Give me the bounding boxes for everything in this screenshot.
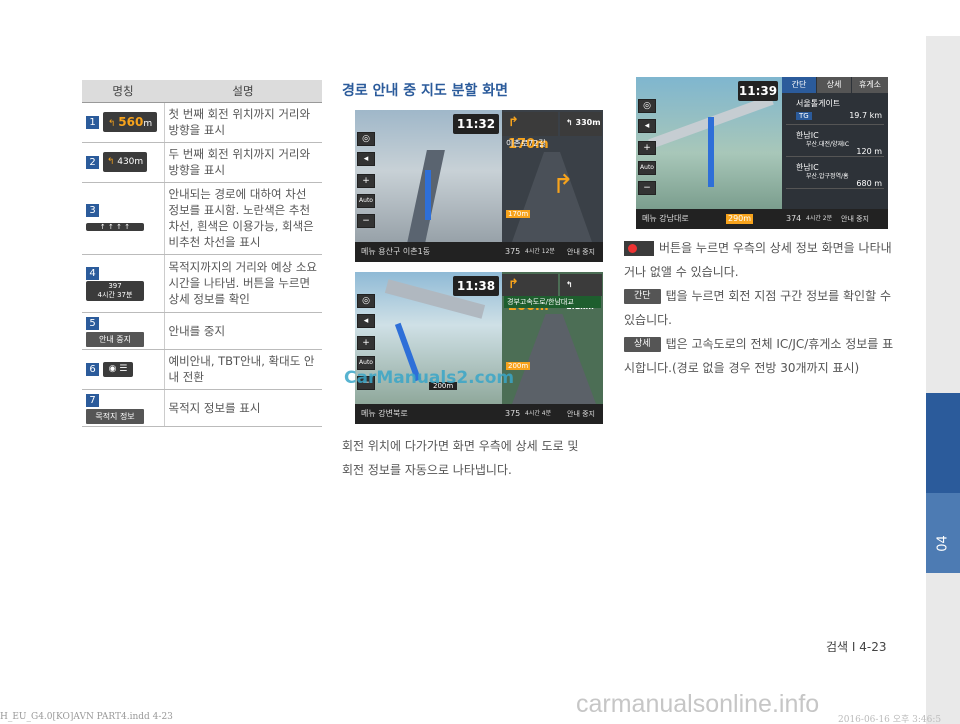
lane-distance: 170m bbox=[506, 210, 531, 218]
stop-guidance-button: 안내 중지 bbox=[86, 331, 144, 347]
zoom-in-icon: + bbox=[638, 141, 656, 155]
stop-guidance-button[interactable]: 안내 중지 bbox=[567, 242, 595, 262]
tab-simple[interactable]: 간단 bbox=[782, 77, 816, 93]
footer-site: carmanualsonline.info bbox=[576, 690, 820, 718]
item-description: 안내되는 경로에 대하여 차선 정보를 표시함. 노란색은 추천차선, 흰색은 … bbox=[164, 182, 322, 255]
item-description: 목적지까지의 거리와 예상 소요 시간을 나타냄. 버튼을 누르면 상세 정보를… bbox=[164, 254, 322, 313]
zoom-in-icon: + bbox=[357, 336, 375, 350]
gps-icon: ◎ bbox=[357, 294, 375, 308]
tab-rest-area[interactable]: 휴게소 bbox=[852, 77, 888, 93]
second-turn-distance: ↰ 1.1km bbox=[560, 274, 602, 311]
stop-guidance-button[interactable]: 안내 중지 bbox=[841, 209, 869, 229]
zoom-in-icon: + bbox=[357, 174, 375, 188]
chapter-number: 04 bbox=[935, 535, 951, 552]
section-title: 경로 안내 중 지도 분할 화면 bbox=[342, 83, 509, 99]
gps-icon: ◎ bbox=[357, 132, 375, 146]
list-item: 한남IC 부산.압구정역/홈 680 m bbox=[786, 161, 884, 189]
zoom-out-icon: − bbox=[357, 214, 375, 228]
highway-info-panel: 간단 상세 휴게소 서울톨게이트 TG 19.7 km 한남IC 부산.대전/양… bbox=[782, 77, 888, 209]
list-item: 서울톨게이트 TG 19.7 km bbox=[786, 97, 884, 125]
table-row: 5안내 중지 안내를 중지 bbox=[82, 312, 322, 350]
item-description: 두 번째 회전 위치까지 거리와 방향을 표시 bbox=[164, 142, 322, 183]
item-description: 첫 번째 회전 위치까지 거리와 방향을 표시 bbox=[164, 102, 322, 143]
clock: 11:32 bbox=[453, 114, 499, 134]
item-number: 5 bbox=[86, 316, 99, 330]
highway-junction-view: ↱ 200m ↰ 1.1km 경부고속도로/한남대교 200m bbox=[502, 272, 603, 404]
turn-arrow-icon: ↱ bbox=[552, 170, 574, 200]
junction-view: ↱ 170m ↰ 330m 이촌로72길 ↱ 170m bbox=[502, 110, 603, 242]
list-item: 한남IC 부산.대전/양재IC 120 m bbox=[786, 129, 884, 157]
footer-timestamp: 2016-06-16 오후 3:46:5 bbox=[838, 715, 942, 724]
table-row: 1 ↰ 560m 첫 번째 회전 위치까지 거리와 방향을 표시 bbox=[82, 102, 322, 143]
chapter-tab bbox=[926, 393, 960, 493]
footer-file-info: H_EU_G4.0[KO]AVN PART4.indd 4-23 bbox=[0, 712, 173, 722]
side-strip bbox=[926, 36, 960, 724]
table-row: 6 ◉ ☰ 예비안내, TBT안내, 확대도 안내 전환 bbox=[82, 349, 322, 390]
eta: 4시간 12분 bbox=[525, 248, 555, 255]
table-row: 3 ↑ ↑ ↑ ↑ 안내되는 경로에 대하여 차선 정보를 표시함. 노란색은 추… bbox=[82, 182, 322, 255]
highway-sign: 경부고속도로/한남대교 bbox=[504, 296, 601, 308]
distance-remaining: 374 bbox=[786, 214, 802, 223]
distance-eta-icon: 397 4시간 37분 bbox=[86, 281, 144, 301]
detail-toggle-icon bbox=[624, 241, 654, 256]
simple-tab-chip: 간단 bbox=[624, 289, 661, 304]
table-row: 4397 4시간 37분 목적지까지의 거리와 예상 소요 시간을 나타냄. 버튼… bbox=[82, 254, 322, 313]
item-number: 4 bbox=[86, 267, 99, 280]
table-header-name: 명칭 bbox=[82, 80, 164, 103]
table-row: 2 ↰ 430m 두 번째 회전 위치까지 거리와 방향을 표시 bbox=[82, 142, 322, 183]
page-number: 검색 I 4-23 bbox=[826, 640, 887, 654]
bottom-bar: 메뉴 용산구 이촌1동 375 4시간 12분 안내 중지 bbox=[355, 242, 603, 262]
second-turn-icon: ↰ 430m bbox=[103, 152, 147, 172]
item-description: 예비안내, TBT안내, 확대도 안내 전환 bbox=[164, 349, 322, 390]
auto-zoom-icon: Auto bbox=[638, 161, 656, 175]
clock: 11:38 bbox=[453, 276, 499, 296]
item-number: 1 bbox=[86, 115, 99, 129]
paragraph-auto-detail: 회전 위치에 다가가면 화면 우측에 상세 도로 및 회전 정보를 자동으로 나… bbox=[342, 439, 579, 477]
nav-screenshot-1: ◎ ◂ + Auto − 11:32 ↱ 170m ↰ 330m 이촌로72길 … bbox=[355, 110, 603, 262]
item-number: 3 bbox=[86, 204, 99, 217]
stop-guidance-button[interactable]: 안내 중지 bbox=[567, 404, 595, 424]
turn-distance-icon: ↰ 560m bbox=[103, 112, 157, 132]
nav-screenshot-2: 200m ◎ ◂ + Auto − 11:38 ↱ 200m ↰ 1.1km 경… bbox=[355, 272, 603, 424]
zoom-out-icon: − bbox=[638, 181, 656, 195]
lane-distance: 290m bbox=[726, 214, 754, 224]
item-number: 6 bbox=[86, 363, 99, 376]
street-name: 이촌로72길 bbox=[506, 139, 546, 148]
clock: 11:39 bbox=[738, 81, 778, 101]
first-turn-distance: ↱ 200m bbox=[502, 274, 558, 314]
eta: 4시간 4분 bbox=[525, 410, 552, 417]
item-description: 목적지 정보를 표시 bbox=[164, 389, 322, 427]
legend-table: 명칭 설명 1 ↰ 560m 첫 번째 회전 위치까지 거리와 방향을 표시 2 ↰… bbox=[82, 80, 322, 427]
volume-icon: ◂ bbox=[357, 152, 375, 166]
item-number: 2 bbox=[86, 155, 99, 169]
table-header-desc: 설명 bbox=[164, 80, 322, 103]
volume-icon: ◂ bbox=[638, 119, 656, 133]
item-number: 7 bbox=[86, 393, 99, 407]
gps-icon: ◎ bbox=[638, 99, 656, 113]
paragraph-detail-toggle: 버튼을 누르면 우측의 상세 정보 화면을 나타내거나 없앨 수 있습니다. 간… bbox=[624, 241, 894, 375]
eta: 4시간 2분 bbox=[806, 215, 833, 222]
second-turn-distance: ↰ 330m bbox=[560, 112, 602, 136]
destination-info-button: 목적지 정보 bbox=[86, 408, 144, 424]
distance-remaining: 375 bbox=[505, 409, 521, 418]
item-description: 안내를 중지 bbox=[164, 312, 322, 350]
watermark: CarManuals2.com bbox=[344, 368, 515, 388]
tab-detail[interactable]: 상세 bbox=[817, 77, 851, 93]
bottom-bar: 메뉴 강남대로 290m 374 4시간 2분 안내 중지 bbox=[636, 209, 888, 229]
detail-tab-chip: 상세 bbox=[624, 337, 661, 352]
first-turn-distance: ↱ 170m bbox=[502, 112, 558, 152]
table-row: 7목적지 정보 목적지 정보를 표시 bbox=[82, 389, 322, 427]
bottom-bar: 메뉴 강변북로 375 4시간 4분 안내 중지 bbox=[355, 404, 603, 424]
lane-info-icon: ↑ ↑ ↑ ↑ bbox=[86, 222, 144, 231]
volume-icon: ◂ bbox=[357, 314, 375, 328]
view-toggle-icon: ◉ ☰ bbox=[103, 362, 133, 377]
distance-remaining: 375 bbox=[505, 247, 521, 256]
auto-zoom-icon: Auto bbox=[357, 194, 375, 208]
nav-screenshot-3: ◎ ◂ + Auto − 11:39 간단 상세 휴게소 서울톨게이트 TG 1… bbox=[636, 77, 888, 229]
